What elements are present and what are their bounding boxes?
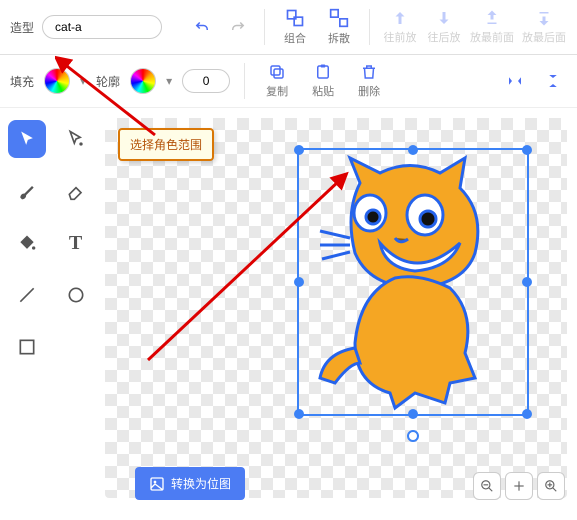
- top-toolbar: 造型 组合 拆散 往前放 往后放 放最前面 放最后面: [0, 0, 577, 55]
- back-label: 放最后面: [522, 29, 566, 45]
- reshape-tool[interactable]: [57, 120, 95, 158]
- text-tool[interactable]: T: [57, 224, 95, 262]
- backward-button[interactable]: 往后放: [426, 9, 462, 45]
- convert-to-bitmap-button[interactable]: 转换为位图: [135, 467, 245, 500]
- paste-icon: [314, 63, 332, 81]
- delete-button[interactable]: 删除: [351, 63, 387, 99]
- front-button[interactable]: 放最前面: [470, 9, 514, 45]
- resize-handle-nw[interactable]: [294, 145, 304, 155]
- rect-tool[interactable]: [8, 328, 46, 366]
- ungroup-label: 拆散: [328, 30, 350, 46]
- zoom-controls: [473, 472, 565, 500]
- outline-color-picker[interactable]: [130, 68, 156, 94]
- brush-icon: [17, 181, 37, 201]
- line-icon: [17, 285, 37, 305]
- fill-label: 填充: [10, 73, 34, 90]
- resize-handle-se[interactable]: [522, 409, 532, 419]
- circle-icon: [66, 285, 86, 305]
- resize-handle-e[interactable]: [522, 277, 532, 287]
- forward-label: 往前放: [384, 29, 417, 45]
- front-label: 放最前面: [470, 29, 514, 45]
- pointer-icon: [17, 129, 37, 149]
- tooltip-text: 选择角色范围: [130, 138, 202, 152]
- style-toolbar: 填充 ▾ 轮廓 ▾ 复制 粘贴 删除: [0, 55, 577, 108]
- square-icon: [17, 337, 37, 357]
- resize-handle-sw[interactable]: [294, 409, 304, 419]
- paste-button[interactable]: 粘贴: [305, 63, 341, 99]
- divider: [264, 9, 265, 45]
- selection-bounding-box[interactable]: [297, 148, 529, 416]
- annotation-tooltip: 选择角色范围: [118, 128, 214, 161]
- canvas-wrapper: [105, 108, 577, 520]
- convert-label: 转换为位图: [171, 475, 231, 492]
- group-button[interactable]: 组合: [277, 8, 313, 46]
- outline-label: 轮廓: [96, 73, 120, 90]
- main-area: T: [0, 108, 577, 520]
- eraser-tool[interactable]: [57, 172, 95, 210]
- flip-horizontal-button[interactable]: [501, 67, 529, 95]
- tool-palette: T: [0, 108, 105, 520]
- undo-button[interactable]: [188, 13, 216, 41]
- delete-label: 删除: [358, 83, 380, 99]
- resize-handle-n[interactable]: [408, 145, 418, 155]
- bucket-icon: [17, 233, 37, 253]
- zoom-out-button[interactable]: [473, 472, 501, 500]
- trash-icon: [360, 63, 378, 81]
- forward-button[interactable]: 往前放: [382, 9, 418, 45]
- flip-vertical-button[interactable]: [539, 67, 567, 95]
- text-icon: T: [69, 232, 82, 255]
- resize-handle-w[interactable]: [294, 277, 304, 287]
- brush-tool[interactable]: [8, 172, 46, 210]
- forward-icon: [391, 9, 409, 27]
- front-icon: [483, 9, 501, 27]
- paste-label: 粘贴: [312, 83, 334, 99]
- circle-tool[interactable]: [57, 276, 95, 314]
- backward-icon: [435, 9, 453, 27]
- back-icon: [535, 9, 553, 27]
- eraser-icon: [66, 181, 86, 201]
- fill-color-picker[interactable]: [44, 68, 70, 94]
- group-icon: [285, 8, 305, 28]
- image-icon: [149, 476, 165, 492]
- costume-name-input[interactable]: [42, 15, 162, 39]
- ungroup-icon: [329, 8, 349, 28]
- redo-button[interactable]: [224, 13, 252, 41]
- outline-width-input[interactable]: [182, 69, 230, 93]
- reshape-icon: [66, 129, 86, 149]
- resize-handle-s[interactable]: [408, 409, 418, 419]
- zoom-reset-button[interactable]: [505, 472, 533, 500]
- fill-tool[interactable]: [8, 224, 46, 262]
- divider: [244, 63, 245, 99]
- copy-button[interactable]: 复制: [259, 63, 295, 99]
- costume-label: 造型: [10, 19, 34, 36]
- select-tool[interactable]: [8, 120, 46, 158]
- resize-handle-ne[interactable]: [522, 145, 532, 155]
- group-label: 组合: [284, 30, 306, 46]
- copy-icon: [268, 63, 286, 81]
- ungroup-button[interactable]: 拆散: [321, 8, 357, 46]
- backward-label: 往后放: [428, 29, 461, 45]
- divider: [369, 9, 370, 45]
- drawing-canvas[interactable]: [105, 118, 567, 498]
- rotate-handle[interactable]: [407, 430, 419, 442]
- copy-label: 复制: [266, 83, 288, 99]
- zoom-in-button[interactable]: [537, 472, 565, 500]
- line-tool[interactable]: [8, 276, 46, 314]
- back-button[interactable]: 放最后面: [522, 9, 566, 45]
